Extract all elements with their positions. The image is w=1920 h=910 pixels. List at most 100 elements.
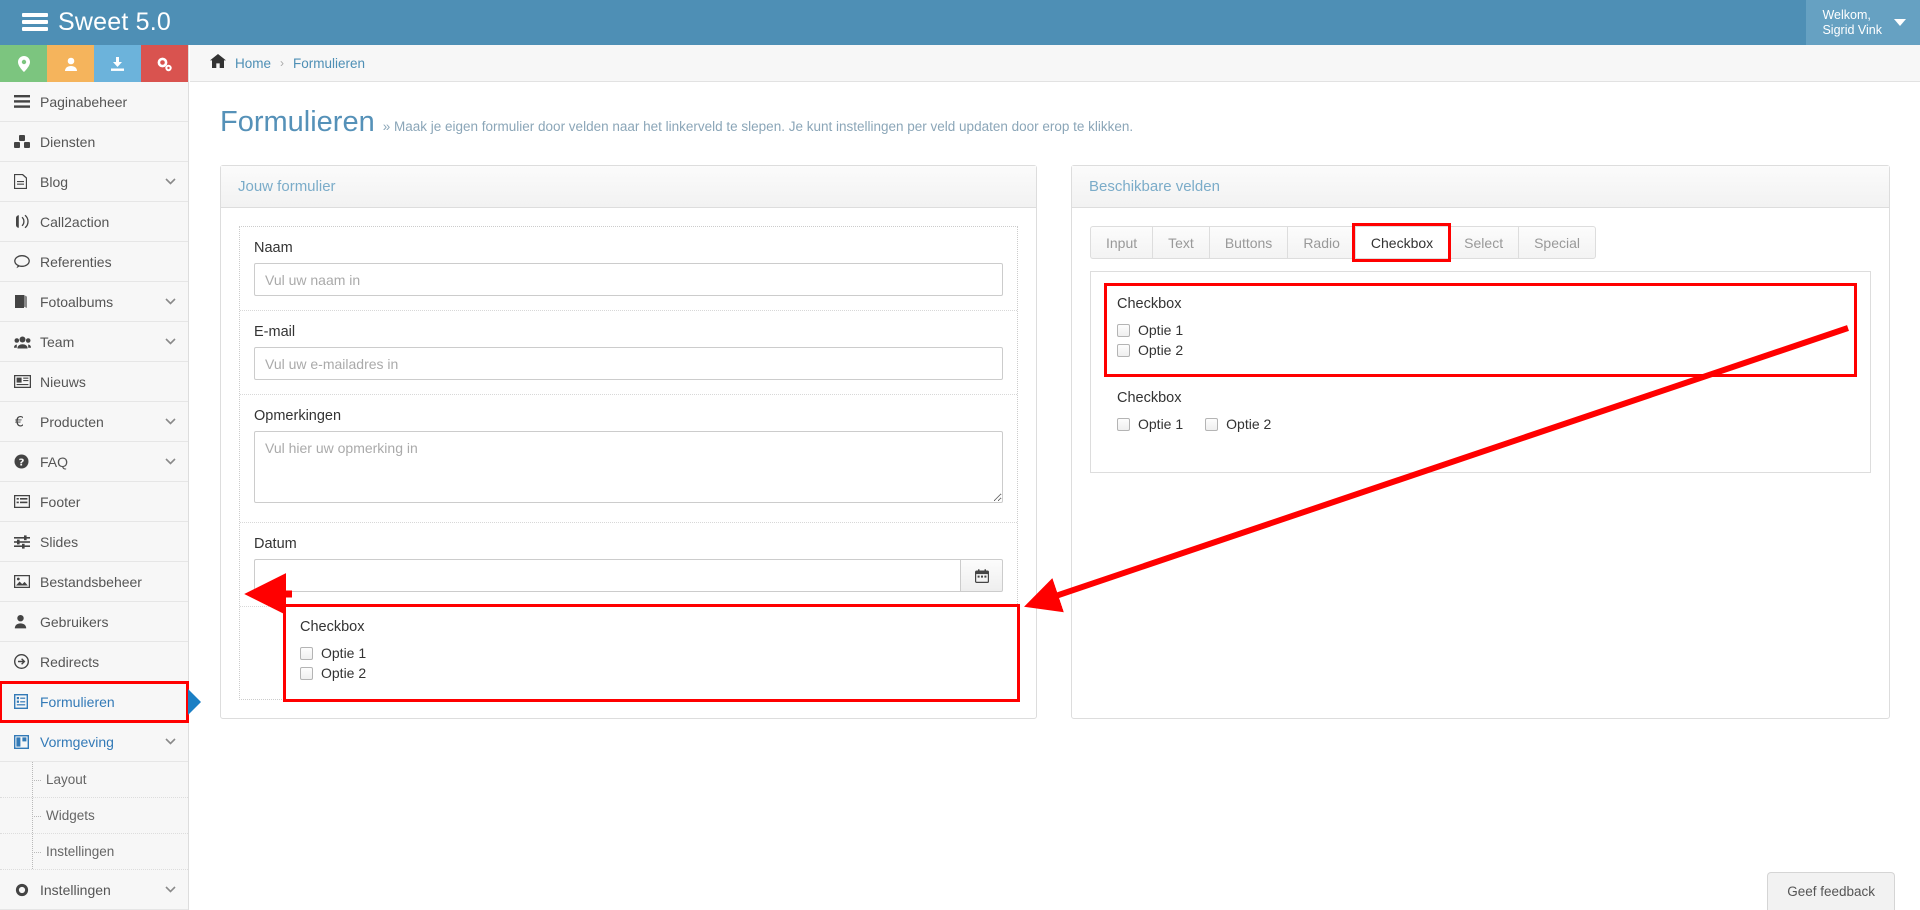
available-checkbox-option-label: Optie 2 <box>1226 416 1272 432</box>
available-checkbox-option[interactable]: Optie 1 <box>1117 322 1844 338</box>
chevron-down-icon[interactable] <box>165 336 176 348</box>
form-field-input[interactable] <box>254 347 1003 380</box>
form-field-label: Datum <box>254 536 297 552</box>
tab-text[interactable]: Text <box>1152 226 1209 259</box>
tab-input[interactable]: Input <box>1090 226 1153 259</box>
page-subtitle: » Maak je eigen formulier door velden na… <box>382 119 1134 134</box>
sidebar: Paginabeheer Diensten Blog Call2action Refer… <box>0 45 201 910</box>
sidebar-item-call2action[interactable]: Call2action <box>0 202 188 242</box>
available-checkbox-option-label: Optie 2 <box>1138 342 1184 358</box>
available-checkbox-group-2[interactable]: Checkbox Optie 1 Optie 2 <box>1107 380 1854 448</box>
form-field-e-mail[interactable]: E-mail <box>240 311 1017 395</box>
sidebar-item-label: Team <box>40 333 75 350</box>
tab-radio[interactable]: Radio <box>1287 226 1355 259</box>
cubes-icon <box>14 134 40 149</box>
sidebar-subitem-label: Widgets <box>46 808 95 823</box>
checkbox-box-icon[interactable] <box>300 666 313 680</box>
calendar-icon-button[interactable] <box>960 559 1003 592</box>
sidebar-item-gebruikers[interactable]: Gebruikers <box>0 602 188 642</box>
breadcrumb-separator: › <box>280 56 285 70</box>
sidebar-item-label: Instellingen <box>40 881 111 898</box>
sidebar-subitem-widgets[interactable]: Widgets <box>0 798 188 834</box>
main-content: Formulieren » Maak je eigen formulier do… <box>190 82 1920 910</box>
sidebar-item-referenties[interactable]: Referenties <box>0 242 188 282</box>
form-field-naam[interactable]: Naam <box>240 227 1017 311</box>
tab-checkbox[interactable]: Checkbox <box>1351 223 1452 262</box>
sidebar-item-paginabeheer[interactable]: Paginabeheer <box>0 82 188 122</box>
breadcrumb-item-formulieren[interactable]: Formulieren <box>293 56 365 71</box>
user-icon-button[interactable] <box>47 45 94 82</box>
form-field-textarea[interactable] <box>254 431 1003 503</box>
form-field-datum[interactable]: Datum <box>240 523 1017 607</box>
form-field-date-input[interactable] <box>254 559 960 592</box>
caret-down-icon[interactable] <box>1894 19 1906 26</box>
sidebar-item-team[interactable]: Team <box>0 322 188 362</box>
tab-select[interactable]: Select <box>1448 226 1519 259</box>
map-marker-icon-button[interactable] <box>0 45 47 82</box>
sidebar-item-instellingen[interactable]: Instellingen <box>0 870 188 910</box>
sidebar-subitem-label: Layout <box>46 772 87 787</box>
sidebar-item-fotoalbums[interactable]: Fotoalbums <box>0 282 188 322</box>
fields-panel-title: Beschikbare velden <box>1072 166 1889 208</box>
sliders-icon <box>14 534 40 549</box>
tab-special[interactable]: Special <box>1518 226 1597 259</box>
form-dropzone[interactable]: Naam E-mail Opmerkingen Datum Checkbox Optie … <box>239 226 1020 702</box>
fields-panel-body: Input Text Buttons Radio Checkbox Select Speci… <box>1072 208 1889 491</box>
breadcrumb-item-home[interactable]: Home <box>235 56 271 71</box>
field-type-tab-content: Checkbox Optie 1 Optie 2 Checkbox Optie 1 Opt… <box>1090 271 1871 473</box>
checkbox-box-icon[interactable] <box>1117 323 1130 337</box>
form-builder-panel: Jouw formulier Naam E-mail Opmerkingen Datu… <box>220 165 1037 719</box>
form-checkbox-group-title: Checkbox <box>300 619 365 635</box>
form-checkbox-option-label: Optie 1 <box>321 645 367 661</box>
available-checkbox-option[interactable]: Optie 2 <box>1205 416 1271 432</box>
sidebar-item-formulieren[interactable]: Formulieren <box>0 681 201 723</box>
bullhorn-icon <box>14 214 40 229</box>
sidebar-item-label: Formulieren <box>40 693 115 710</box>
form-field-checkbox-group[interactable]: Checkbox Optie 1 Optie 2 <box>283 604 1020 702</box>
sidebar-item-diensten[interactable]: Diensten <box>0 122 188 162</box>
form-field-input[interactable] <box>254 263 1003 296</box>
checkbox-box-icon[interactable] <box>1205 417 1219 431</box>
chevron-down-icon[interactable] <box>165 416 176 428</box>
sidebar-item-vormgeving[interactable]: Vormgeving <box>0 722 188 762</box>
sidebar-item-nieuws[interactable]: Nieuws <box>0 362 188 402</box>
form-checkbox-option[interactable]: Optie 2 <box>300 665 1003 681</box>
available-group-options: Optie 1 Optie 2 <box>1117 322 1844 358</box>
form-icon <box>14 694 40 709</box>
available-checkbox-option[interactable]: Optie 1 <box>1117 416 1183 432</box>
available-checkbox-group-1[interactable]: Checkbox Optie 1 Optie 2 <box>1104 283 1857 377</box>
checkbox-box-icon[interactable] <box>300 646 313 660</box>
sidebar-item-label: Diensten <box>40 133 96 150</box>
chevron-down-icon[interactable] <box>165 296 176 308</box>
form-field-opmerkingen[interactable]: Opmerkingen <box>240 395 1017 523</box>
tab-buttons[interactable]: Buttons <box>1208 226 1288 259</box>
sidebar-item-footer[interactable]: Footer <box>0 482 188 522</box>
euro-icon: € <box>14 414 40 430</box>
user-menu[interactable]: Welkom, Sigrid Vink <box>1806 0 1920 45</box>
comment-icon <box>14 254 40 269</box>
chevron-down-icon[interactable] <box>165 736 176 748</box>
available-checkbox-option[interactable]: Optie 2 <box>1117 342 1844 358</box>
page-header: Formulieren » Maak je eigen formulier do… <box>190 82 1920 139</box>
sidebar-item-slides[interactable]: Slides <box>0 522 188 562</box>
sidebar-item-faq[interactable]: ? FAQ <box>0 442 188 482</box>
form-field-label: Naam <box>254 240 293 256</box>
chevron-down-icon[interactable] <box>165 884 176 896</box>
available-group-title: Checkbox <box>1117 390 1182 406</box>
sidebar-item-bestandsbeheer[interactable]: Bestandsbeheer <box>0 562 188 602</box>
checkbox-box-icon[interactable] <box>1117 417 1130 431</box>
sidebar-item-redirects[interactable]: Redirects <box>0 642 188 682</box>
download-icon-button[interactable] <box>94 45 141 82</box>
app-brand[interactable]: Sweet 5.0 <box>22 8 171 37</box>
sidebar-item-label: Redirects <box>40 653 100 670</box>
sidebar-subitem-instellingen[interactable]: Instellingen <box>0 834 188 870</box>
sidebar-subitem-layout[interactable]: Layout <box>0 762 188 798</box>
chevron-down-icon[interactable] <box>165 176 176 188</box>
sidebar-item-producten[interactable]: € Producten <box>0 402 188 442</box>
sidebar-item-blog[interactable]: Blog <box>0 162 188 202</box>
cogs-icon-button[interactable] <box>141 45 188 82</box>
feedback-button[interactable]: Geef feedback <box>1767 872 1895 910</box>
form-checkbox-option[interactable]: Optie 1 <box>300 645 1003 661</box>
checkbox-box-icon[interactable] <box>1117 343 1130 357</box>
chevron-down-icon[interactable] <box>165 456 176 468</box>
